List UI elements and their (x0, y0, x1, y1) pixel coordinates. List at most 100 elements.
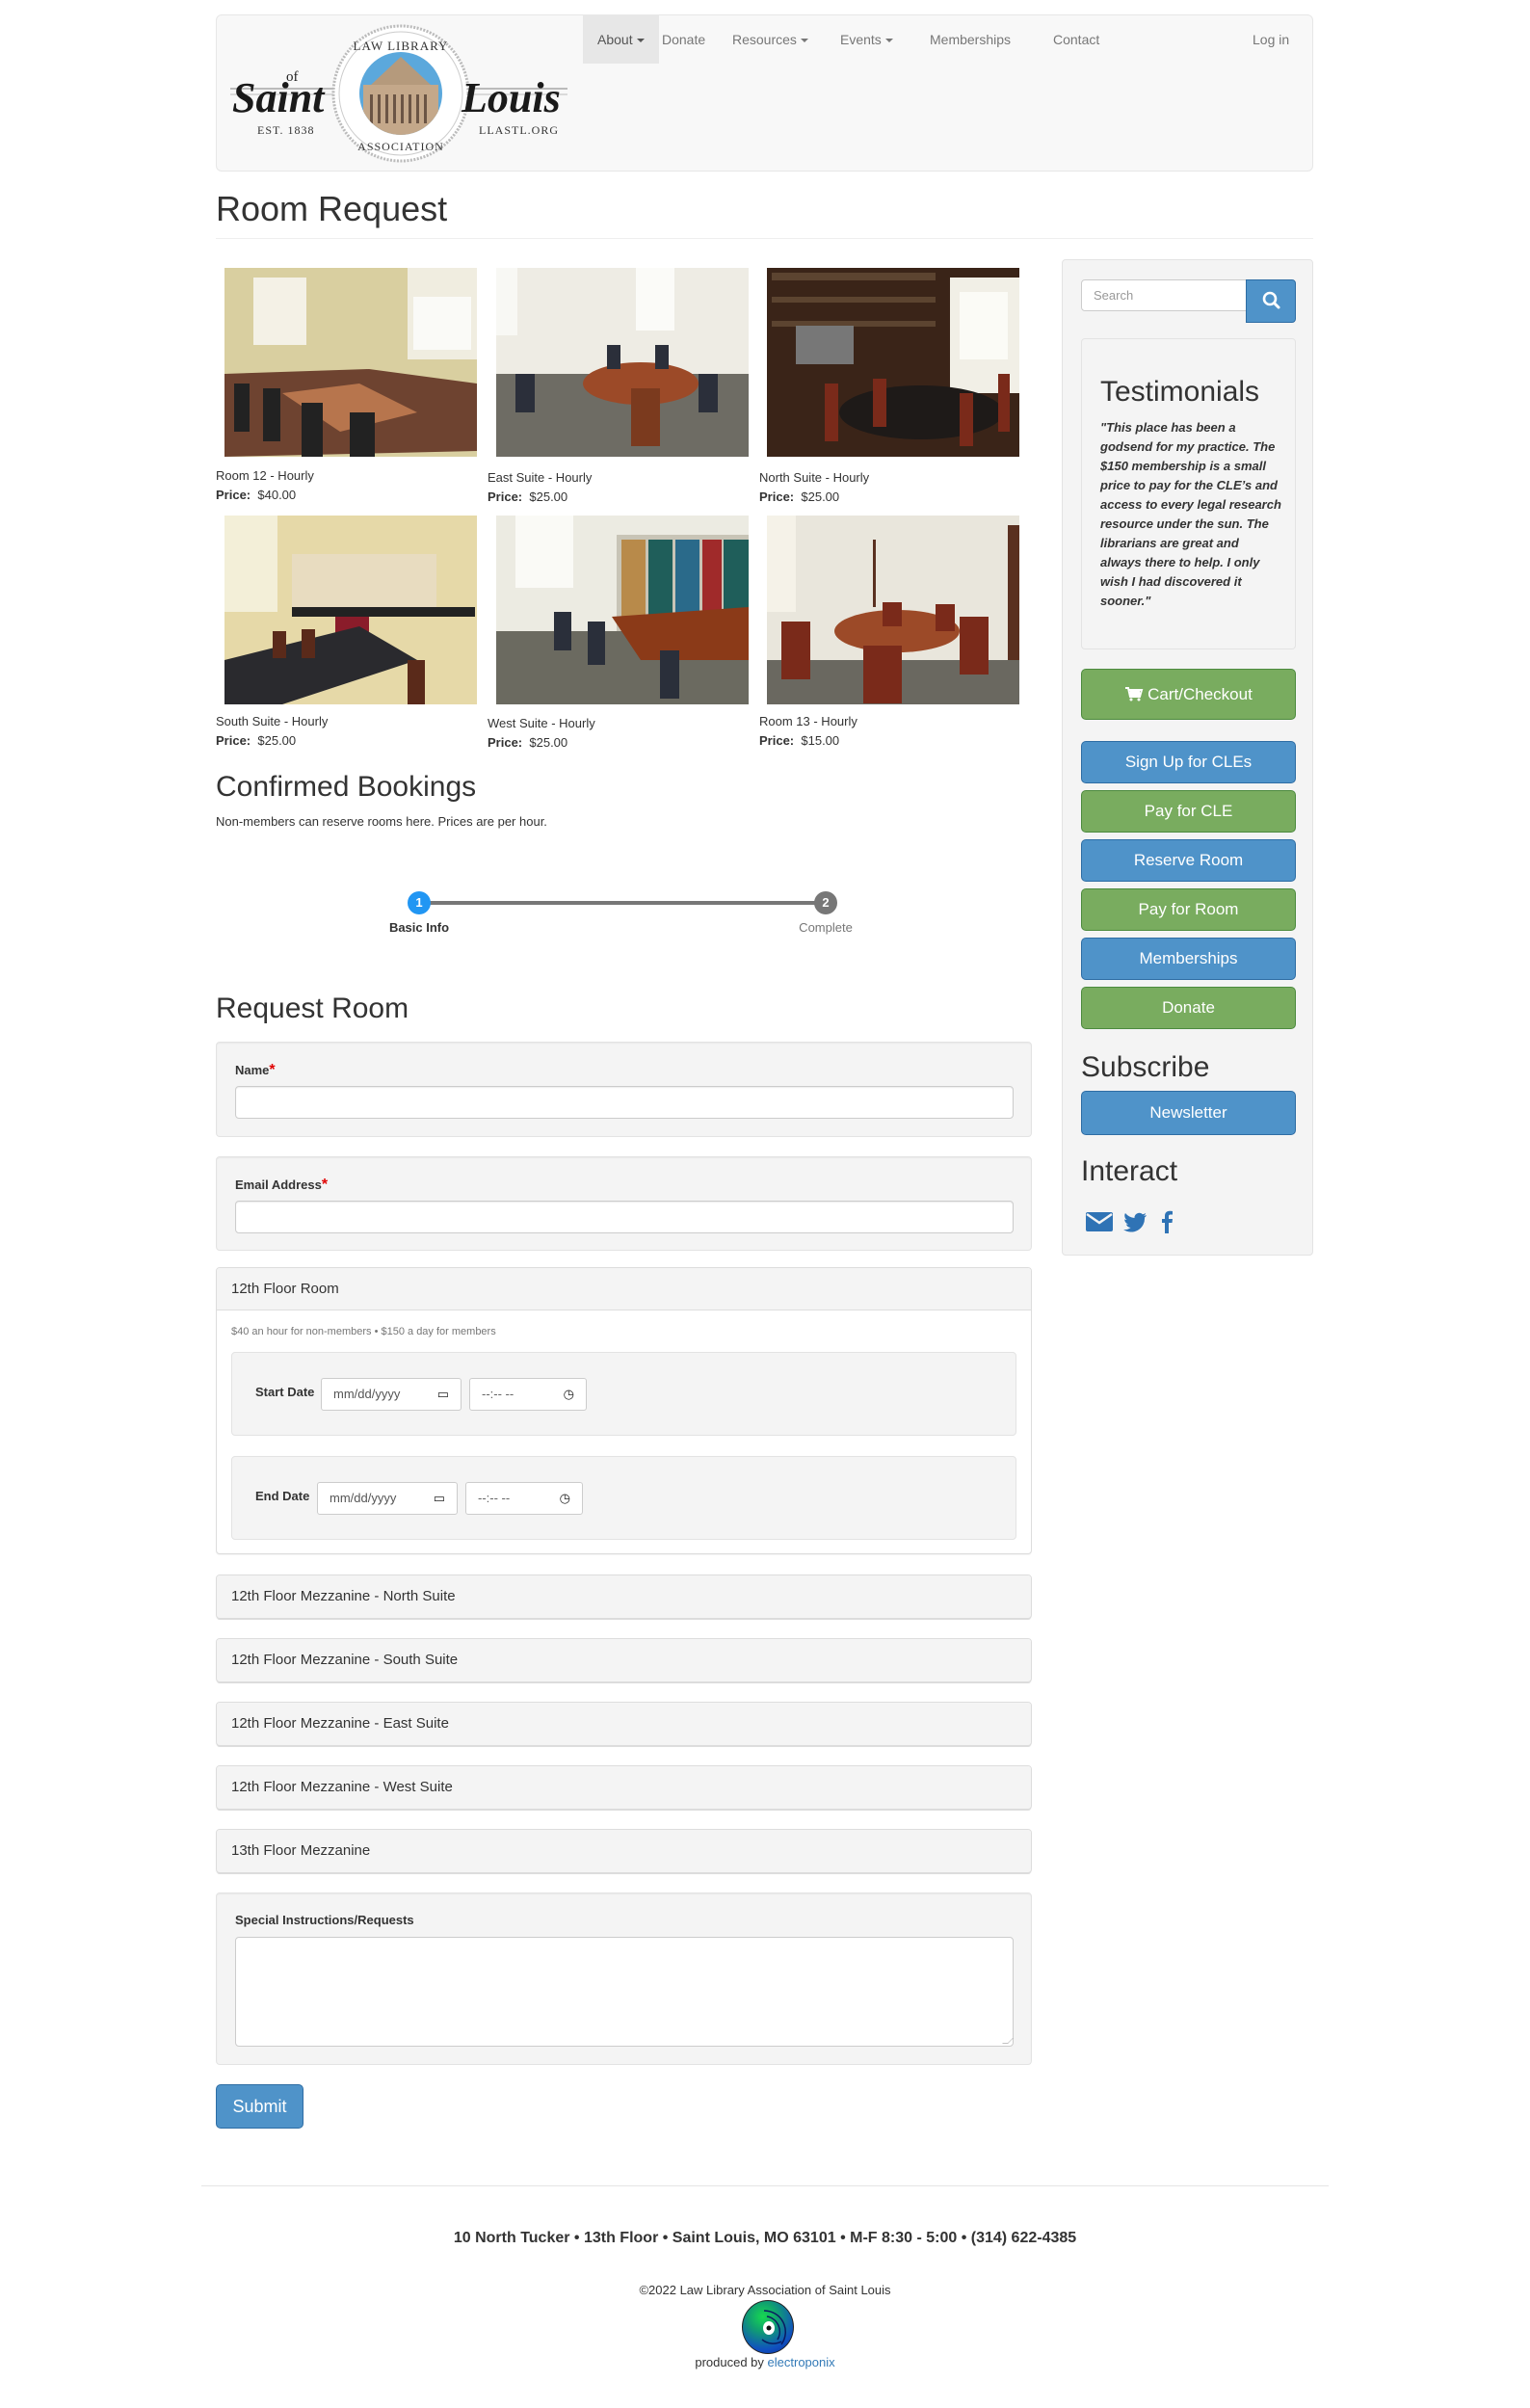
clock-icon: ◷ (559, 1491, 570, 1505)
step-1-indicator: 1 (408, 891, 431, 914)
nav-events-label: Events (840, 32, 882, 47)
site-logo[interactable]: of Saint EST. 1838 LAW LIBRARY ASSOCIATI… (230, 23, 567, 164)
room-photo[interactable] (767, 516, 1019, 704)
nav-login[interactable]: Log in (1238, 15, 1304, 64)
producer-link[interactable]: electroponix (768, 2355, 835, 2369)
room-panel-heading[interactable]: 12th Floor Mezzanine - North Suite (217, 1575, 1031, 1618)
date-placeholder: mm/dd/yyyy (330, 1491, 397, 1505)
room-panel-heading[interactable]: 13th Floor Mezzanine (217, 1830, 1031, 1872)
required-asterisk: * (321, 1177, 329, 1193)
room-name: Room 12 - Hourly (216, 468, 314, 483)
price-label: Price: (216, 488, 251, 502)
room-panel-east-suite: 12th Floor Mezzanine - East Suite (216, 1702, 1032, 1746)
price-value: $25.00 (801, 490, 840, 504)
sign-up-cles-button[interactable]: Sign Up for CLEs (1081, 741, 1296, 783)
memberships-button[interactable]: Memberships (1081, 938, 1296, 980)
nav-events[interactable]: Events (826, 15, 908, 64)
name-input[interactable] (235, 1086, 1014, 1119)
title-divider (216, 238, 1313, 239)
end-time-input[interactable]: --:-- -- ◷ (465, 1482, 583, 1515)
logo-ring-bottom: ASSOCIATION (357, 140, 444, 153)
footer-divider (201, 2185, 1329, 2186)
start-date-label: Start Date (255, 1385, 315, 1399)
email-input[interactable] (235, 1201, 1014, 1233)
price-value: $25.00 (529, 490, 568, 504)
search-button[interactable] (1246, 279, 1296, 323)
nav-memberships[interactable]: Memberships (915, 15, 1025, 64)
room-photo[interactable] (224, 268, 477, 457)
footer-produced-by: produced by electroponix (0, 2355, 1530, 2369)
pay-for-room-button[interactable]: Pay for Room (1081, 888, 1296, 931)
chevron-down-icon (800, 39, 808, 43)
room-photo[interactable] (496, 516, 749, 704)
calendar-icon: ▭ (433, 1491, 445, 1505)
facebook-icon[interactable] (1159, 1207, 1174, 1234)
step-2-label: Complete (799, 920, 853, 935)
email-field-group: Email Address* (216, 1156, 1032, 1251)
instructions-label: Special Instructions/Requests (235, 1913, 414, 1927)
step-2-indicator: 2 (814, 891, 837, 914)
nav-login-label: Log in (1253, 32, 1290, 47)
instructions-textarea[interactable] (235, 1937, 1014, 2047)
start-date-input[interactable]: mm/dd/yyyy ▭ (321, 1378, 462, 1411)
search-icon (1262, 291, 1280, 309)
room-panel-heading[interactable]: 12th Floor Mezzanine - East Suite (217, 1703, 1031, 1745)
room-photo[interactable] (496, 268, 749, 457)
envelope-icon[interactable] (1085, 1207, 1114, 1234)
form-title: Request Room (216, 992, 409, 1024)
name-label: Name* (235, 1062, 276, 1079)
name-field-group: Name* (216, 1042, 1032, 1137)
room-panel-heading[interactable]: 12th Floor Room (217, 1268, 1031, 1310)
cart-icon (1125, 687, 1144, 701)
room-photo[interactable] (767, 268, 1019, 457)
end-date-group: End Date mm/dd/yyyy ▭ --:-- -- ◷ (231, 1456, 1016, 1540)
room-pricing-note: $40 an hour for non-members • $150 a day… (231, 1326, 496, 1337)
room-price: Price: $25.00 (488, 490, 567, 504)
room-name: South Suite - Hourly (216, 714, 329, 728)
interact-title: Interact (1081, 1155, 1178, 1187)
reserve-room-button[interactable]: Reserve Room (1081, 839, 1296, 882)
time-placeholder: --:-- -- (482, 1387, 514, 1401)
end-date-input[interactable]: mm/dd/yyyy ▭ (317, 1482, 458, 1515)
price-label: Price: (488, 490, 523, 504)
logo-saint: Saint (232, 74, 326, 121)
room-panel-12th-floor: 12th Floor Room $40 an hour for non-memb… (216, 1267, 1032, 1554)
nav-contact[interactable]: Contact (1039, 15, 1114, 64)
donate-button[interactable]: Donate (1081, 987, 1296, 1029)
bookings-title: Confirmed Bookings (216, 771, 477, 803)
electroponix-logo[interactable] (742, 2300, 794, 2354)
price-value: $25.00 (257, 733, 297, 748)
footer-address: 10 North Tucker • 13th Floor • Saint Lou… (453, 2230, 1077, 2246)
search-input[interactable]: Search (1081, 279, 1247, 311)
testimonials-title: Testimonials (1100, 376, 1260, 408)
room-panel-13th-floor: 13th Floor Mezzanine (216, 1829, 1032, 1873)
start-time-input[interactable]: --:-- -- ◷ (469, 1378, 587, 1411)
instructions-field-group: Special Instructions/Requests (216, 1892, 1032, 2065)
room-panel-heading[interactable]: 12th Floor Mezzanine - West Suite (217, 1766, 1031, 1809)
room-panel-heading[interactable]: 12th Floor Mezzanine - South Suite (217, 1639, 1031, 1681)
nav-donate[interactable]: Donate (647, 15, 720, 64)
calendar-icon: ▭ (436, 1387, 449, 1401)
clock-icon: ◷ (563, 1387, 574, 1401)
pay-for-cle-button[interactable]: Pay for CLE (1081, 790, 1296, 833)
price-value: $40.00 (257, 488, 297, 502)
end-date-label: End Date (255, 1489, 310, 1503)
resize-handle-icon[interactable] (1002, 2038, 1014, 2044)
logo-louis: Louis (461, 74, 561, 121)
nav-donate-label: Donate (662, 32, 706, 47)
logo-url: LLASTL.ORG (479, 123, 559, 137)
chevron-down-icon (884, 39, 893, 43)
submit-button[interactable]: Submit (216, 2084, 303, 2129)
date-placeholder: mm/dd/yyyy (333, 1387, 401, 1401)
cart-checkout-button[interactable]: Cart/Checkout (1081, 669, 1296, 720)
price-label: Price: (216, 733, 251, 748)
price-value: $25.00 (529, 735, 568, 750)
room-price: Price: $25.00 (488, 735, 567, 750)
logo-est: EST. 1838 (257, 123, 314, 137)
twitter-icon[interactable] (1123, 1207, 1148, 1234)
newsletter-button[interactable]: Newsletter (1081, 1091, 1296, 1135)
price-label: Price: (759, 733, 795, 748)
start-date-group: Start Date mm/dd/yyyy ▭ --:-- -- ◷ (231, 1352, 1016, 1436)
room-photo[interactable] (224, 516, 477, 704)
nav-resources[interactable]: Resources (718, 15, 823, 64)
